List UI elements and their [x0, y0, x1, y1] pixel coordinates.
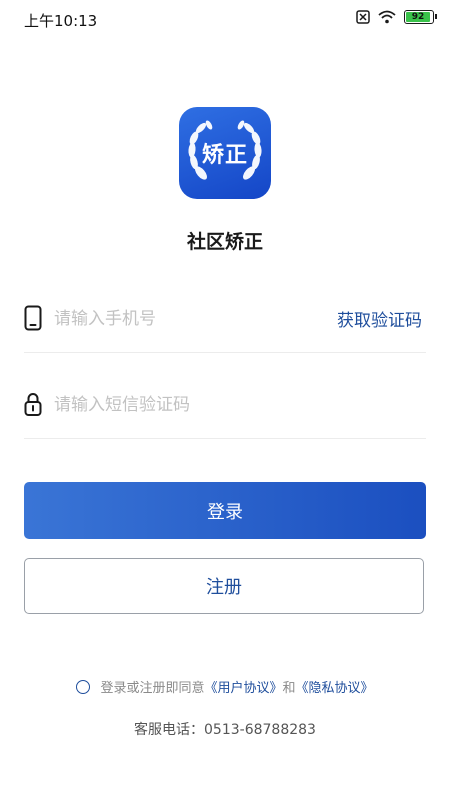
app-logo: 矫正 — [179, 107, 271, 199]
agreement-prefix: 登录或注册即同意 — [100, 681, 205, 696]
agreement-row: 登录或注册即同意 《用户协议》 和 《隐私协议》 — [0, 677, 450, 696]
app-logo-text: 矫正 — [201, 143, 248, 168]
phone-row: 获取验证码 — [24, 292, 426, 353]
battery-level: 92 — [411, 12, 425, 22]
privacy-agreement-link[interactable]: 《隐私协议》 — [296, 677, 374, 696]
wifi-icon — [378, 10, 396, 24]
agreement-and: 和 — [282, 681, 296, 696]
register-button[interactable]: 注册 — [24, 558, 424, 614]
battery-icon: 92 — [404, 10, 437, 24]
status-time: 上午10:13 — [24, 12, 98, 30]
login-button[interactable]: 登录 — [24, 482, 426, 539]
status-bar: 上午10:13 92 — [0, 0, 450, 38]
phone-icon — [24, 305, 42, 331]
service-phone: 客服电话：0513-68788283 — [134, 722, 316, 738]
code-input[interactable] — [54, 390, 314, 420]
lock-icon — [24, 393, 42, 416]
agree-radio[interactable] — [76, 679, 91, 694]
app-name: 社区矫正 — [186, 231, 263, 253]
user-agreement-link[interactable]: 《用户协议》 — [204, 677, 282, 696]
get-code-button[interactable]: 获取验证码 — [337, 306, 422, 331]
phone-input[interactable] — [54, 304, 314, 334]
sim-off-icon — [356, 10, 370, 24]
code-row — [24, 378, 426, 439]
status-icons: 92 — [356, 10, 437, 24]
